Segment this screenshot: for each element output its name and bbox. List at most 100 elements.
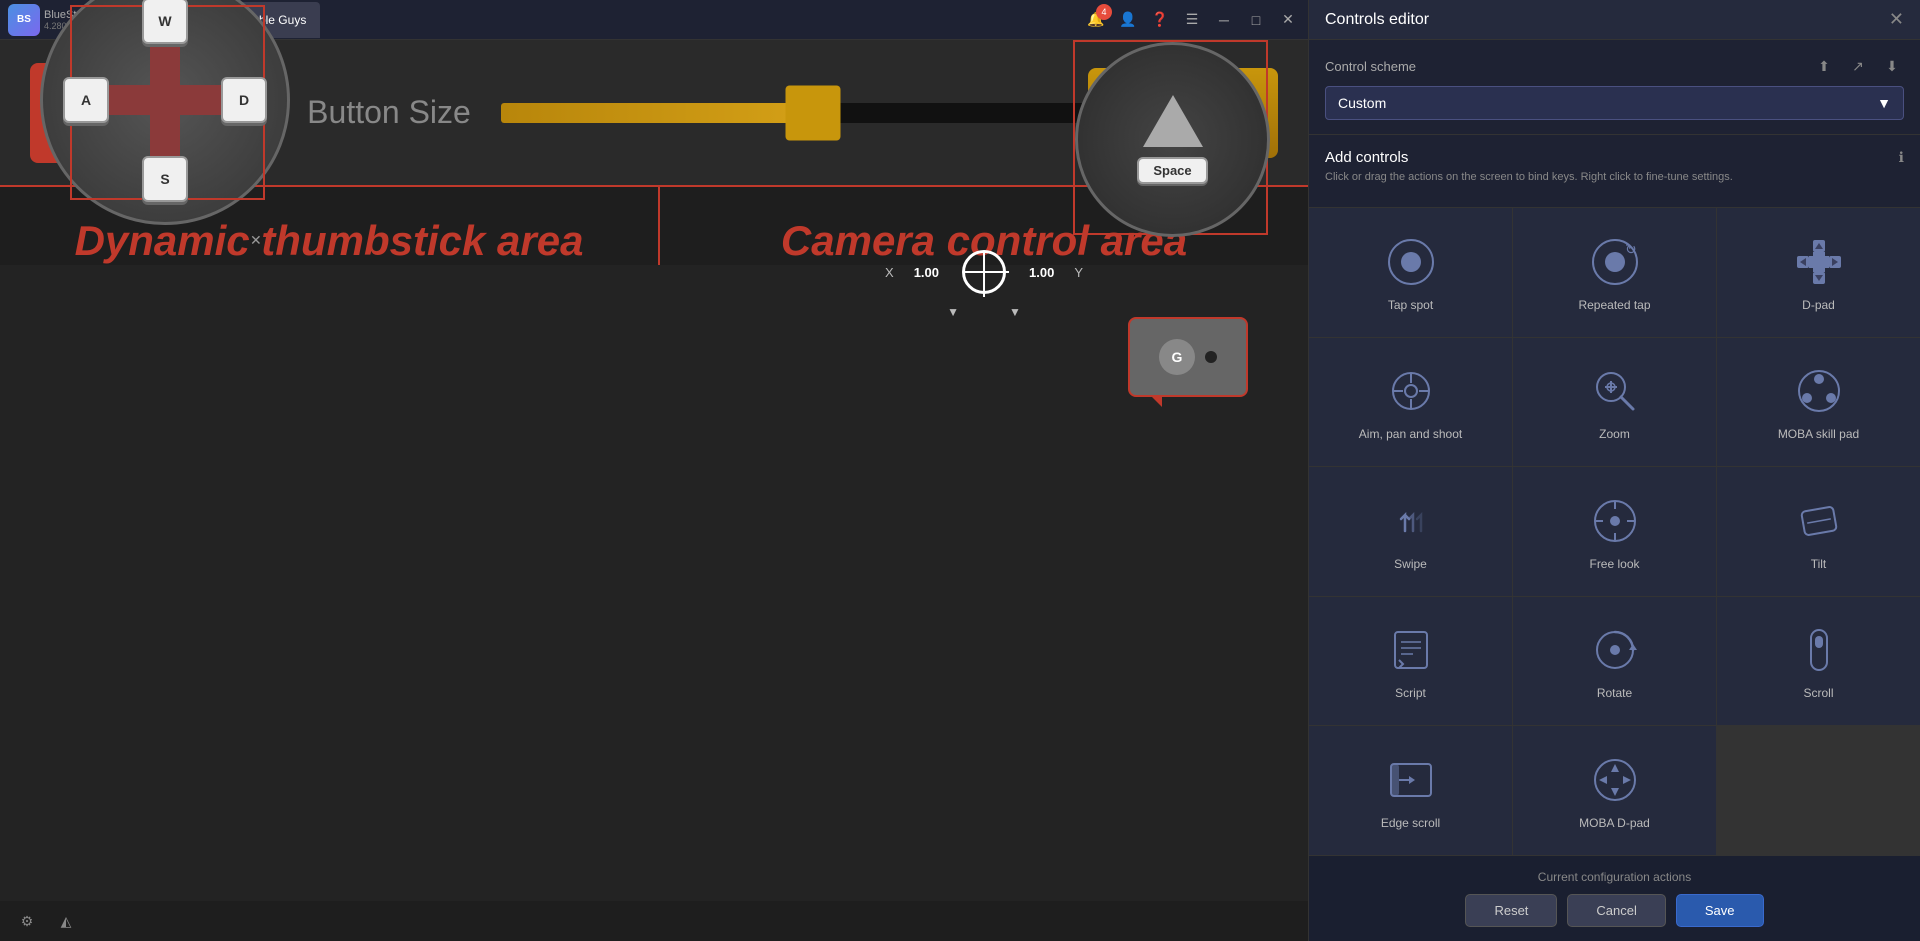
tap-spot-icon	[1383, 234, 1439, 290]
crosshair-coords: X 1.00 1.00 Y	[885, 247, 1083, 297]
zoom-label: Zoom	[1599, 427, 1630, 441]
script-icon	[1383, 622, 1439, 678]
dpad-circle: W A S D	[40, 0, 290, 225]
key-s: S	[142, 156, 188, 202]
account-btn[interactable]: 👤	[1116, 8, 1140, 32]
control-edge-scroll[interactable]: Edge scroll	[1309, 726, 1512, 855]
freelook-label: Free look	[1589, 557, 1639, 571]
moba-dpad-icon	[1587, 752, 1643, 808]
chevron-down-icon: ▼	[1877, 95, 1891, 111]
panel-footer: Current configuration actions Reset Canc…	[1309, 855, 1920, 941]
thumbstick-area: Dynamic thumbstick area ✕ W A S D	[0, 187, 660, 265]
swipe-icon	[1383, 493, 1439, 549]
control-moba-dpad[interactable]: MOBA D-pad	[1513, 726, 1716, 855]
repeated-tap-icon: ↻	[1587, 234, 1643, 290]
control-swipe[interactable]: Swipe	[1309, 467, 1512, 596]
y-coord-value: 1.00	[1029, 265, 1054, 280]
zoom-icon	[1587, 363, 1643, 419]
button-size-slider[interactable]	[501, 93, 1101, 133]
slider-thumb[interactable]	[785, 85, 840, 140]
rotate-label: Rotate	[1597, 686, 1632, 700]
controls-panel: Controls editor ✕ Control scheme ⬆ ↗ ⬇ C…	[1308, 0, 1920, 941]
help-btn[interactable]: ❓	[1148, 8, 1172, 32]
scheme-icon-group: ⬆ ↗ ⬇	[1812, 54, 1904, 78]
repeated-tap-label: Repeated tap	[1578, 298, 1650, 312]
footer-save-btn[interactable]: Save	[1676, 894, 1764, 927]
panel-header: Controls editor ✕	[1309, 0, 1920, 40]
scheme-dropdown[interactable]: Custom ▼	[1325, 86, 1904, 120]
moba-skill-icon	[1791, 363, 1847, 419]
key-a: A	[63, 77, 109, 123]
panel-title: Controls editor	[1325, 11, 1429, 29]
svg-text:↻: ↻	[1625, 241, 1637, 257]
scheme-share-icon[interactable]: ↗	[1846, 54, 1870, 78]
layout-icon[interactable]: ◭	[54, 909, 78, 933]
slider-fill	[501, 103, 813, 123]
game-areas: Dynamic thumbstick area ✕ W A S D	[0, 185, 1308, 265]
add-controls-header: Add controls ℹ	[1325, 149, 1904, 166]
window-controls: 🔔 4 👤 ❓ ☰ ─ □ ✕	[1084, 8, 1300, 32]
crosshair-container: X 1.00 1.00 Y ▼ ▼	[885, 247, 1083, 319]
panel-close-btn[interactable]: ✕	[1889, 9, 1904, 30]
minimize-btn[interactable]: ─	[1212, 8, 1236, 32]
edge-scroll-label: Edge scroll	[1381, 816, 1440, 830]
script-label: Script	[1395, 686, 1426, 700]
control-tilt[interactable]: Tilt	[1717, 467, 1920, 596]
action-buttons: Reset Cancel Save	[1325, 894, 1904, 927]
y-coord-label: Y	[1074, 265, 1083, 280]
space-button-container: Space	[1073, 40, 1268, 235]
add-controls-desc: Click or drag the actions on the screen …	[1325, 170, 1904, 185]
scheme-upload-icon[interactable]: ⬆	[1812, 54, 1836, 78]
control-script[interactable]: Script	[1309, 597, 1512, 726]
scheme-label-text: Control scheme	[1325, 59, 1416, 74]
control-repeated-tap[interactable]: ↻ Repeated tap	[1513, 208, 1716, 337]
notif-badge: 4	[1096, 4, 1112, 20]
control-tap-spot[interactable]: Tap spot	[1309, 208, 1512, 337]
scroll-label: Scroll	[1803, 686, 1833, 700]
menu-btn[interactable]: ☰	[1180, 8, 1204, 32]
key-w: W	[142, 0, 188, 44]
dpad-label: D-pad	[1802, 298, 1835, 312]
scheme-value: Custom	[1338, 95, 1386, 111]
scroll-icon	[1791, 622, 1847, 678]
control-scroll[interactable]: Scroll	[1717, 597, 1920, 726]
space-circle: Space	[1075, 42, 1270, 237]
chevron-y-icon: ▼	[1009, 305, 1021, 319]
add-controls-info-icon[interactable]: ℹ	[1899, 149, 1904, 166]
swipe-label: Swipe	[1394, 557, 1427, 571]
speech-bubble-control[interactable]: G	[1128, 317, 1248, 397]
space-key: Space	[1137, 157, 1207, 184]
config-actions-label: Current configuration actions	[1325, 870, 1904, 884]
maximize-btn[interactable]: □	[1244, 8, 1268, 32]
x-coord-value: 1.00	[914, 265, 939, 280]
control-scheme-section: Control scheme ⬆ ↗ ⬇ Custom ▼	[1309, 40, 1920, 135]
bluestacks-icon: BS	[8, 4, 40, 36]
crosshair-symbol	[959, 247, 1009, 297]
dpad-x-mark	[100, 35, 230, 165]
moba-skill-label: MOBA skill pad	[1778, 427, 1859, 441]
chevron-x-icon: ▼	[947, 305, 959, 319]
tilt-label: Tilt	[1811, 557, 1827, 571]
game-content: ❮ Button Size Reset Dynamic thumbstick a…	[0, 40, 1308, 941]
footer-cancel-btn[interactable]: Cancel	[1567, 894, 1665, 927]
moba-dpad-label: MOBA D-pad	[1579, 816, 1650, 830]
button-size-label: Button Size	[307, 94, 471, 131]
control-aim[interactable]: Aim, pan and shoot	[1309, 338, 1512, 467]
key-d: D	[221, 77, 267, 123]
control-freelook[interactable]: Free look	[1513, 467, 1716, 596]
control-zoom[interactable]: Zoom	[1513, 338, 1716, 467]
control-moba-skill[interactable]: MOBA skill pad	[1717, 338, 1920, 467]
control-rotate[interactable]: Rotate	[1513, 597, 1716, 726]
footer-reset-btn[interactable]: Reset	[1465, 894, 1557, 927]
dpad-container: W A S D	[40, 0, 290, 225]
close-btn[interactable]: ✕	[1276, 8, 1300, 32]
control-dpad[interactable]: D-pad	[1717, 208, 1920, 337]
add-controls-title: Add controls	[1325, 149, 1408, 166]
freelook-icon	[1587, 493, 1643, 549]
tilt-icon	[1791, 493, 1847, 549]
scheme-download-icon[interactable]: ⬇	[1880, 54, 1904, 78]
settings-icon[interactable]: ⚙	[15, 909, 39, 933]
tap-spot-label: Tap spot	[1388, 298, 1433, 312]
notification-wrapper: 🔔 4	[1084, 8, 1108, 32]
dpad-icon	[1791, 234, 1847, 290]
